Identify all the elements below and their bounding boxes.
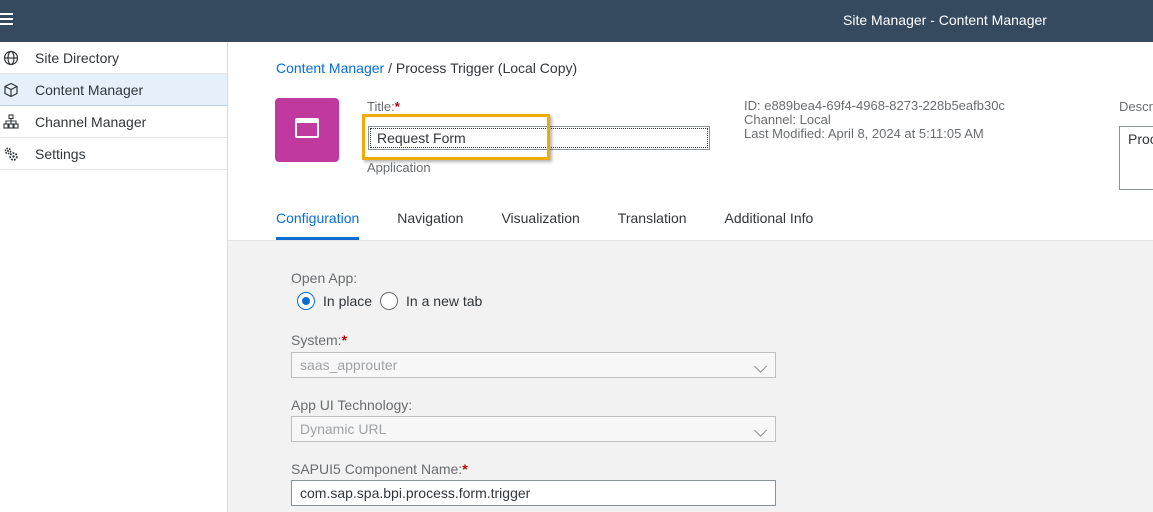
system-select[interactable]: saas_approuter [291,352,776,378]
sidebar-item-settings[interactable]: Settings [0,138,227,170]
breadcrumb-link-content-manager[interactable]: Content Manager [276,60,384,76]
radio-label-new-tab: In a new tab [406,293,483,309]
item-last-modified: Last Modified: April 8, 2024 at 5:11:05 … [744,126,984,141]
chevron-down-icon [754,360,767,373]
system-label: System:* [291,332,348,348]
radio-in-place[interactable] [297,292,315,310]
tab-translation[interactable]: Translation [618,206,687,240]
open-app-radio-group: In place In a new tab [297,292,490,310]
gears-icon [4,147,18,161]
chevron-down-icon [754,424,767,437]
item-metadata: ID: e889bea4-69f4-4968-8273-228b5eafb30c… [744,99,1005,141]
app-ui-technology-select[interactable]: Dynamic URL [291,416,776,442]
item-id: ID: e889bea4-69f4-4968-8273-228b5eafb30c [744,98,1005,113]
radio-label-in-place: In place [323,293,373,309]
hamburger-icon[interactable] [0,12,16,28]
sidebar-item-label: Channel Manager [35,114,147,130]
sidebar-item-site-directory[interactable]: Site Directory [0,42,227,74]
breadcrumb-current: Process Trigger (Local Copy) [395,60,578,76]
tab-configuration[interactable]: Configuration [276,206,360,240]
title-label: Title:* [367,99,400,114]
item-channel: Channel: Local [744,112,831,127]
application-window-icon [295,118,319,138]
shell-title: Site Manager - Content Manager [843,12,1047,28]
tab-additional-info[interactable]: Additional Info [725,206,814,240]
app-ui-technology-label: App UI Technology: [291,397,413,413]
main-content: Content Manager / Process Trigger (Local… [228,42,1153,512]
app-tile [275,98,339,162]
title-input[interactable] [368,126,710,150]
configuration-form: Open App: In place In a new tab System:*… [228,241,1153,512]
radio-new-tab[interactable] [380,292,399,310]
sidebar-item-label: Content Manager [35,82,144,98]
required-mark: * [394,99,400,114]
item-type-label: Application [367,160,431,175]
breadcrumb: Content Manager / Process Trigger (Local… [276,60,577,76]
system-value: saas_approuter [300,357,398,373]
required-mark: * [341,332,348,348]
sidebar-item-content-manager[interactable]: Content Manager [0,74,227,106]
description-label: Description [1119,99,1153,114]
component-name-label: SAPUI5 Component Name:* [291,461,468,477]
sidebar-item-label: Settings [35,146,86,162]
app-ui-technology-value: Dynamic URL [300,421,387,437]
breadcrumb-separator: / [384,60,396,76]
cube-icon [4,82,18,98]
required-mark: * [462,461,468,477]
sidebar-item-label: Site Directory [35,50,120,66]
globe-icon [3,50,19,66]
tab-visualization[interactable]: Visualization [501,206,579,240]
component-name-input[interactable] [291,480,776,506]
shell-bar: Site Manager - Content Manager [0,0,1153,42]
hierarchy-icon [3,114,19,129]
sidebar: Site Directory Content Manager Channel M… [0,42,228,512]
open-app-label: Open App: [291,270,358,286]
sidebar-item-channel-manager[interactable]: Channel Manager [0,106,227,138]
description-textarea[interactable]: Process [1119,126,1153,190]
tab-navigation[interactable]: Navigation [397,206,463,240]
tab-bar: Configuration Navigation Visualization T… [276,206,851,240]
